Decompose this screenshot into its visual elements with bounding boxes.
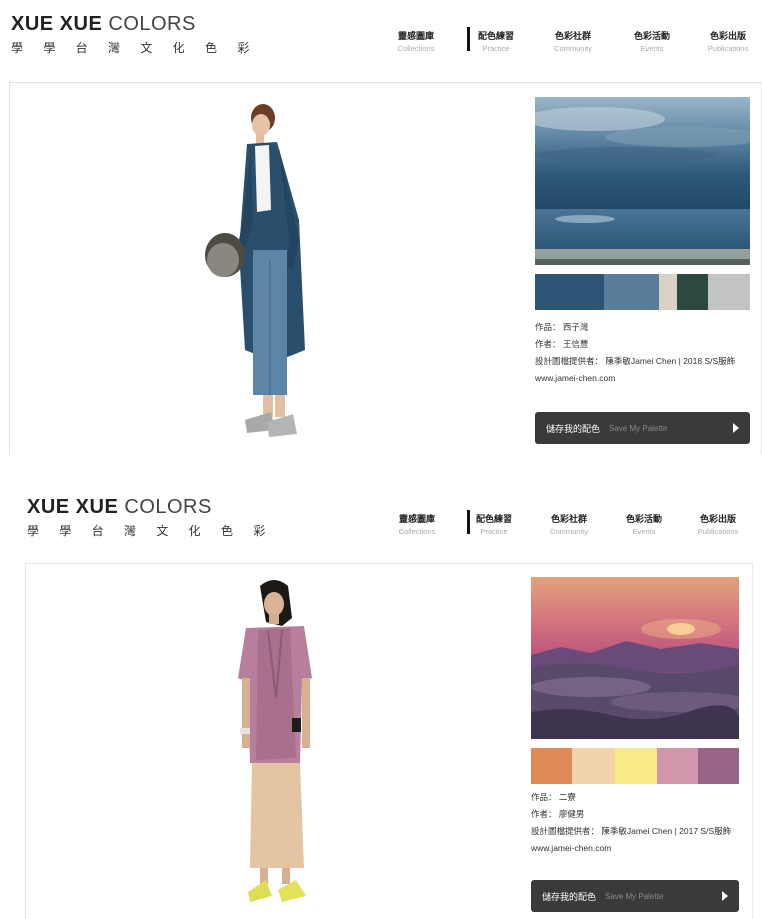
- palette-swatch-1[interactable]: [535, 274, 604, 310]
- logo-subtitle: 學 學 台 灣 文 化 色 彩: [11, 41, 258, 55]
- save-palette-button[interactable]: 儲存我的配色 Save My Palette: [535, 412, 750, 444]
- nav-item-events[interactable]: 色彩活動 Events: [624, 512, 664, 536]
- design-credit: 設計圖檔提供者： 陳季敏Jamei Chen | 2017 S/S服飾 www.…: [531, 826, 732, 853]
- work-title: 作品： 西子灣: [535, 322, 589, 332]
- palette-swatch-5[interactable]: [708, 274, 750, 310]
- screenshot-practice-1: XUE XUE COLORS 學 學 台 灣 文 化 色 彩 靈感圖庫 Coll…: [0, 0, 762, 455]
- logo-subtitle: 學 學 台 灣 文 化 色 彩: [27, 524, 274, 538]
- nav-item-practice[interactable]: 配色練習 Practice: [467, 27, 518, 53]
- color-palette: [531, 748, 739, 784]
- logo-bold-text: XUE XUE: [11, 13, 103, 35]
- fashion-model-image: [238, 580, 312, 902]
- nav-item-collections[interactable]: 靈感圖庫 Collections: [392, 512, 442, 536]
- work-title: 作品： 二寮: [531, 792, 576, 802]
- fashion-model-image: [205, 104, 305, 437]
- arrow-right-icon: [722, 891, 728, 901]
- site-logo[interactable]: XUE XUE COLORS 學 學 台 灣 文 化 色 彩: [27, 496, 274, 539]
- sunset-landscape-photo: [531, 577, 739, 739]
- work-author: 作者： 王信豐: [535, 339, 589, 349]
- palette-swatch-3[interactable]: [659, 274, 677, 310]
- nav-item-practice[interactable]: 配色練習 Practice: [467, 510, 514, 536]
- palette-swatch-5[interactable]: [698, 748, 739, 784]
- logo-light-text: COLORS: [108, 13, 196, 35]
- palette-swatch-2[interactable]: [604, 274, 659, 310]
- palette-swatch-4[interactable]: [677, 274, 708, 310]
- screenshot-practice-2: XUE XUE COLORS 學 學 台 灣 文 化 色 彩 靈感圖庫 Coll…: [0, 483, 762, 919]
- artwork-info: 作品： 西子灣 作者： 王信豐 設計圖檔提供者： 陳季敏Jamei Chen |…: [535, 319, 755, 387]
- main-nav: 靈感圖庫 Collections 配色練習 Practice 色彩社群 Comm…: [390, 27, 754, 53]
- design-credit: 設計圖檔提供者： 陳季敏Jamei Chen | 2018 S/S服飾 www.…: [535, 356, 736, 383]
- palette-swatch-2[interactable]: [572, 748, 615, 784]
- logo-light-text: COLORS: [124, 496, 212, 518]
- palette-swatch-1[interactable]: [531, 748, 572, 784]
- practice-panel: 作品： 二寮 作者： 廖健男 設計圖檔提供者： 陳季敏Jamei Chen | …: [25, 563, 753, 919]
- main-nav: 靈感圖庫 Collections 配色練習 Practice 色彩社群 Comm…: [392, 510, 744, 536]
- nav-item-community[interactable]: 色彩社群 Community: [548, 29, 598, 53]
- site-logo[interactable]: XUE XUE COLORS 學 學 台 灣 文 化 色 彩: [11, 13, 258, 56]
- seascape-photo: [535, 97, 750, 265]
- artwork-info: 作品： 二寮 作者： 廖健男 設計圖檔提供者： 陳季敏Jamei Chen | …: [531, 789, 743, 857]
- palette-swatch-4[interactable]: [657, 748, 698, 784]
- color-palette: [535, 274, 750, 310]
- logo-bold-text: XUE XUE: [27, 496, 119, 518]
- nav-item-collections[interactable]: 靈感圖庫 Collections: [390, 29, 442, 53]
- nav-item-publications[interactable]: 色彩出版 Publications: [702, 29, 754, 53]
- save-palette-button[interactable]: 儲存我的配色 Save My Palette: [531, 880, 739, 912]
- nav-item-community[interactable]: 色彩社群 Community: [544, 512, 594, 536]
- practice-panel: 作品： 西子灣 作者： 王信豐 設計圖檔提供者： 陳季敏Jamei Chen |…: [9, 82, 762, 455]
- nav-item-events[interactable]: 色彩活動 Events: [632, 29, 672, 53]
- work-author: 作者： 廖健男: [531, 809, 585, 819]
- nav-item-publications[interactable]: 色彩出版 Publications: [692, 512, 744, 536]
- palette-swatch-3[interactable]: [615, 748, 657, 784]
- arrow-right-icon: [733, 423, 739, 433]
